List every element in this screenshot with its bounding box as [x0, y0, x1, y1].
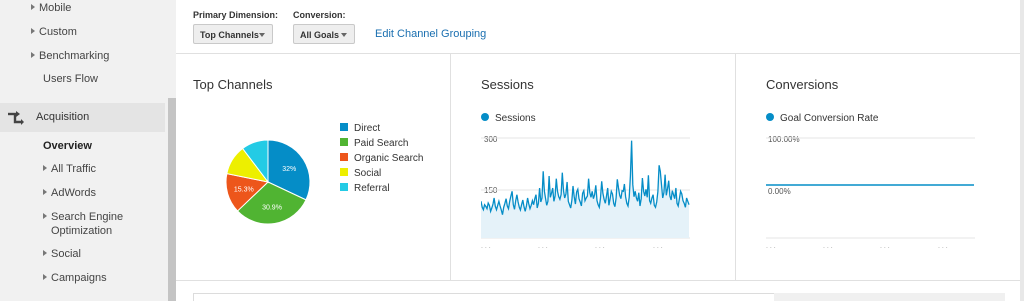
sidebar-item-label: Overview — [43, 140, 92, 152]
sidebar-item-search-engine-optimization[interactable]: Search Engine Optimization — [43, 210, 123, 238]
expand-triangle-icon — [31, 52, 35, 58]
sidebar-item-label-line2: Optimization — [51, 225, 113, 237]
legend-swatch — [340, 123, 348, 131]
sidebar-item-benchmarking[interactable]: Benchmarking — [31, 49, 113, 63]
top-channels-pie-chart: 32% 30.9% 15.3% — [225, 139, 311, 225]
dropdown-value: All Goals — [300, 30, 340, 40]
x-axis-tick: . . . — [880, 243, 890, 250]
conversion-label: Conversion: — [293, 10, 346, 20]
legend-label: Referral — [354, 183, 390, 194]
legend-label: Organic Search — [354, 153, 424, 164]
bottom-panel-header — [774, 293, 1005, 301]
x-axis-tick: . . . — [823, 243, 833, 250]
legend-label: Goal Conversion Rate — [780, 113, 879, 124]
pie-data-label: 15.3% — [234, 186, 254, 193]
conversions-legend: Goal Conversion Rate — [766, 113, 878, 124]
legend-swatch — [340, 168, 348, 176]
sidebar-item-social[interactable]: Social — [43, 247, 81, 261]
sidebar-item-label: Search Engine — [51, 211, 124, 223]
sidebar-item-mobile[interactable]: Mobile — [31, 1, 71, 15]
legend-label: Social — [354, 168, 382, 179]
expand-triangle-icon — [43, 189, 47, 195]
divider — [176, 53, 1020, 54]
sidebar-item-all-traffic[interactable]: All Traffic — [43, 162, 96, 176]
series-dot-icon — [481, 113, 489, 121]
legend-item-paid-search: Paid Search — [340, 138, 408, 150]
divider — [735, 54, 736, 280]
chevron-down-icon — [341, 33, 347, 37]
legend-label: Sessions — [495, 113, 536, 124]
sessions-line-chart: . . . . . . . . . . . . — [481, 137, 690, 250]
legend-item-organic-search: Organic Search — [340, 153, 423, 165]
sidebar-item-label: Social — [51, 248, 81, 260]
conversions-line-chart: . . . . . . . . . . . . — [766, 137, 975, 250]
sidebar-item-label: Users Flow — [43, 73, 99, 85]
primary-dimension-label: Primary Dimension: — [193, 10, 279, 20]
sidebar-item-label: AdWords — [51, 187, 97, 199]
legend-label: Paid Search — [354, 138, 409, 149]
divider — [176, 280, 1020, 281]
series-dot-icon — [766, 113, 774, 121]
expand-triangle-icon — [43, 213, 47, 219]
legend-swatch — [340, 183, 348, 191]
divider — [450, 54, 451, 280]
x-axis-tick: . . . — [938, 243, 948, 250]
sidebar-item-overview[interactable]: Overview — [43, 139, 92, 153]
legend-item-social: Social — [340, 168, 381, 180]
x-axis-tick: . . . — [595, 243, 605, 250]
legend-item-referral: Referral — [340, 183, 390, 195]
sidebar-item-campaigns[interactable]: Campaigns — [43, 271, 107, 285]
x-axis-tick: . . . — [653, 243, 663, 250]
pie-data-label: 32% — [282, 166, 296, 173]
sidebar-item-label: Campaigns — [51, 272, 107, 284]
primary-dimension-dropdown[interactable]: Top Channels — [193, 24, 273, 44]
expand-triangle-icon — [43, 250, 47, 256]
top-channels-title: Top Channels — [193, 77, 273, 92]
sidebar-item-custom[interactable]: Custom — [31, 25, 81, 39]
x-axis-tick: . . . — [538, 243, 548, 250]
sessions-title: Sessions — [481, 77, 534, 92]
x-axis-tick: . . . — [481, 243, 491, 250]
sidebar-item-label: All Traffic — [51, 163, 97, 175]
sidebar-item-label: Custom — [39, 26, 77, 38]
expand-triangle-icon — [43, 165, 47, 171]
sidebar-item-users-flow[interactable]: Users Flow — [43, 72, 98, 86]
sidebar-item-adwords[interactable]: AdWords — [43, 186, 96, 200]
conversions-title: Conversions — [766, 77, 839, 92]
sidebar-section-acquisition[interactable]: Acquisition — [0, 103, 165, 132]
expand-triangle-icon — [43, 274, 47, 280]
edit-channel-grouping-link[interactable]: Edit Channel Grouping — [375, 28, 486, 40]
expand-triangle-icon — [31, 28, 35, 34]
sidebar-item-label: Mobile — [39, 2, 72, 14]
page-scrollbar[interactable] — [1020, 0, 1024, 301]
sessions-legend: Sessions — [481, 113, 536, 124]
conversion-dropdown[interactable]: All Goals — [293, 24, 355, 44]
acquisition-icon — [8, 111, 24, 125]
sidebar-item-label: Benchmarking — [39, 50, 110, 62]
sidebar-scrollbar[interactable] — [168, 98, 176, 301]
legend-label: Direct — [354, 123, 381, 134]
left-sidebar: Mobile Custom Benchmarking Users Flow Ac… — [0, 0, 176, 301]
pie-data-label: 30.9% — [262, 204, 282, 211]
x-axis-tick: . . . — [766, 243, 776, 250]
expand-triangle-icon — [31, 4, 35, 10]
chevron-down-icon — [259, 33, 265, 37]
dropdown-value: Top Channels — [200, 30, 259, 40]
sidebar-section-label: Acquisition — [36, 111, 90, 123]
legend-swatch — [340, 153, 348, 161]
legend-swatch — [340, 138, 348, 146]
legend-item-direct: Direct — [340, 123, 380, 135]
